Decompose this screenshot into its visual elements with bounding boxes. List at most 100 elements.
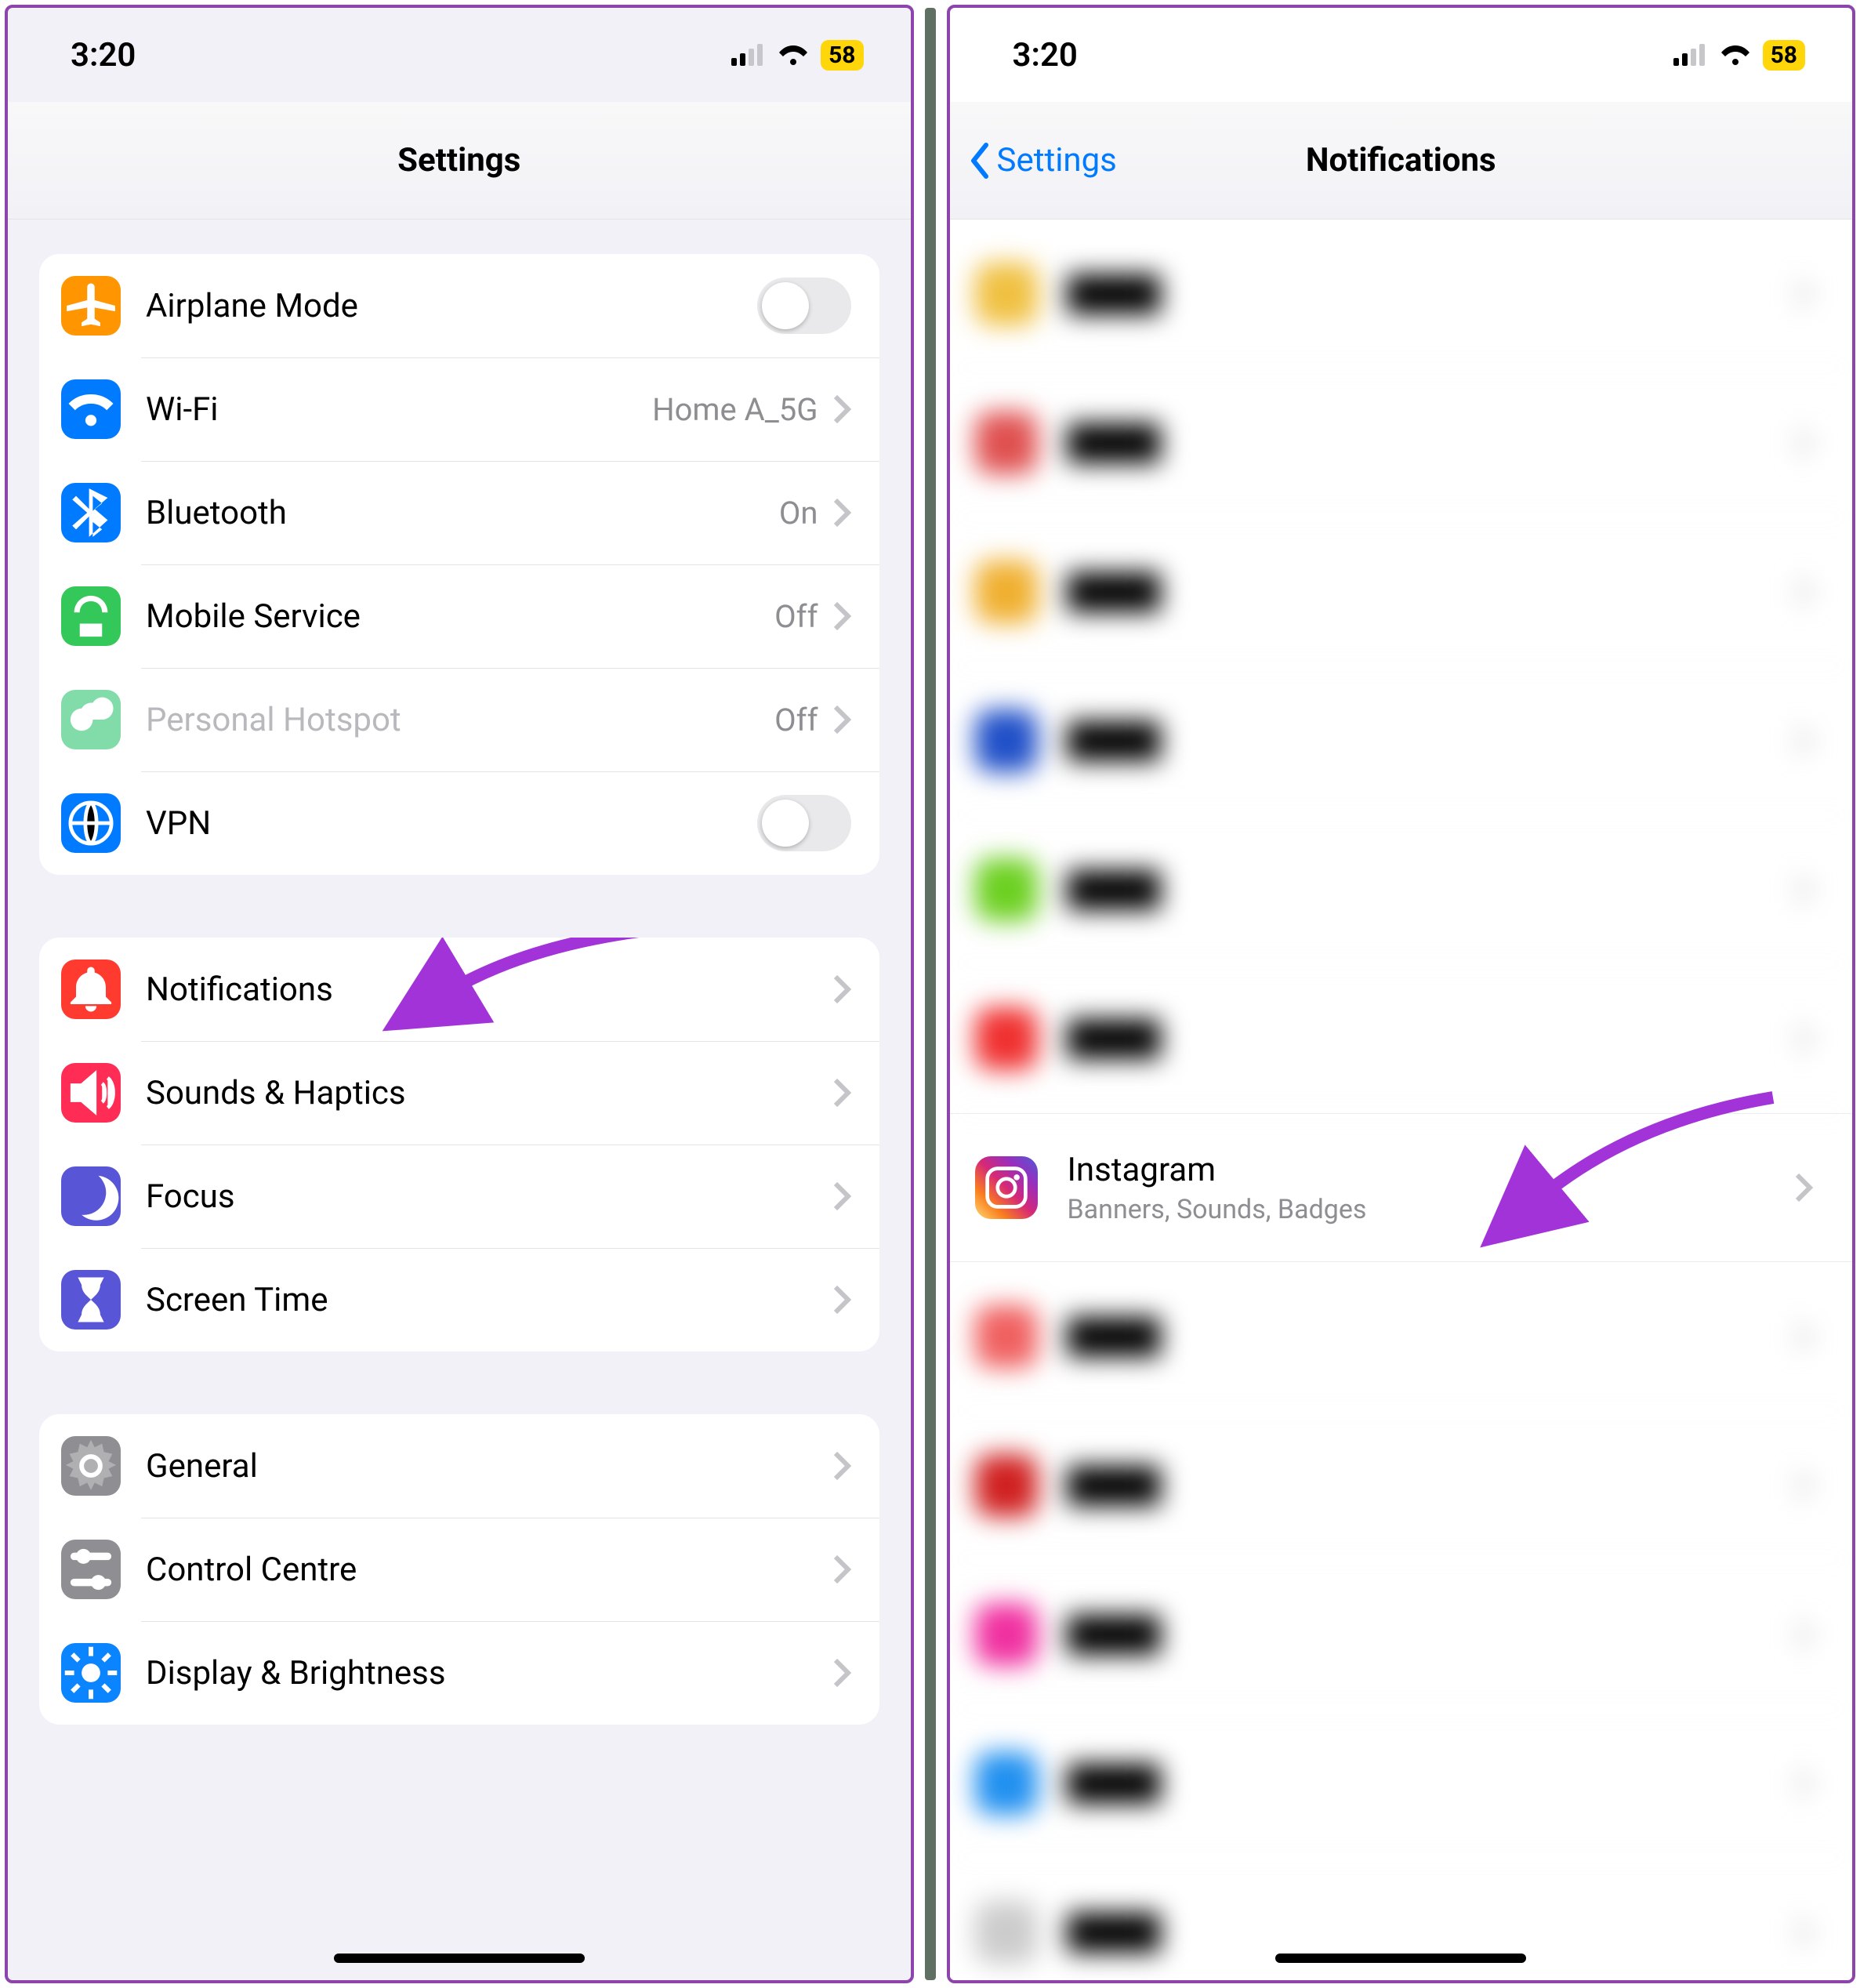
row-value: Off: [774, 702, 818, 738]
row-label: Notifications: [146, 970, 832, 1009]
page-title: Notifications: [1306, 141, 1496, 180]
chevron-right-icon: [832, 1450, 851, 1482]
status-time: 3:20: [71, 36, 731, 74]
chevron-right-icon: [832, 1284, 851, 1315]
app-row-instagram[interactable]: Instagram Banners, Sounds, Badges: [950, 1113, 1853, 1262]
page-title: Settings: [397, 141, 520, 180]
phone-settings: 3:20 58 Settings Airplane Mode Wi-FiHome …: [5, 5, 914, 1983]
settings-row-vpn[interactable]: VPN: [39, 771, 879, 875]
app-row-blurred[interactable]: ████: [950, 1858, 1853, 1983]
chevron-right-icon: [832, 704, 851, 735]
chevron-right-icon: [1794, 1172, 1813, 1203]
row-label: Screen Time: [146, 1281, 832, 1319]
status-time: 3:20: [1013, 36, 1673, 74]
status-bar: 3:20 58: [8, 8, 911, 102]
row-value: Home A_5G: [652, 391, 818, 428]
chevron-right-icon: [832, 600, 851, 632]
row-label: Airplane Mode: [146, 287, 757, 325]
toggle-switch[interactable]: [757, 795, 851, 851]
chevron-right-icon: [832, 1077, 851, 1108]
airplane-icon: [61, 276, 121, 336]
row-value: Off: [774, 598, 818, 635]
notifications-list[interactable]: ████ ████ ████ ████ ████ ████ Instagram …: [950, 219, 1853, 1983]
settings-row-sounds[interactable]: Sounds & Haptics: [39, 1041, 879, 1145]
app-row-blurred[interactable]: ████: [950, 666, 1853, 815]
instagram-icon: [975, 1156, 1038, 1219]
app-row-blurred[interactable]: ████: [950, 1411, 1853, 1560]
app-row-blurred[interactable]: ████: [950, 815, 1853, 964]
row-label: Bluetooth: [146, 494, 779, 532]
app-row-blurred[interactable]: ████: [950, 368, 1853, 517]
status-icons: 58: [1673, 40, 1805, 71]
vpn-icon: [61, 793, 121, 853]
chevron-right-icon: [832, 974, 851, 1005]
signal-icon: [731, 44, 766, 66]
settings-row-hotspot[interactable]: Personal HotspotOff: [39, 668, 879, 771]
settings-scroll[interactable]: Airplane ModeWi-FiHome A_5GBluetoothOnMo…: [8, 254, 911, 1725]
chevron-right-icon: [832, 1657, 851, 1689]
chevron-right-icon: [832, 394, 851, 425]
home-indicator: [334, 1954, 585, 1963]
app-name: Instagram: [1068, 1151, 1795, 1189]
app-row-blurred[interactable]: ████: [950, 517, 1853, 666]
row-label: Wi-Fi: [146, 390, 652, 429]
signal-icon: [1673, 44, 1708, 66]
general-icon: [61, 1436, 121, 1496]
settings-row-wifi[interactable]: Wi-FiHome A_5G: [39, 357, 879, 461]
row-value: On: [779, 495, 818, 531]
mobile-icon: [61, 586, 121, 646]
settings-row-bluetooth[interactable]: BluetoothOn: [39, 461, 879, 564]
row-label: Control Centre: [146, 1551, 832, 1589]
app-row-blurred[interactable]: ████: [950, 1262, 1853, 1411]
settings-row-control[interactable]: Control Centre: [39, 1518, 879, 1621]
settings-row-general[interactable]: General: [39, 1414, 879, 1518]
chevron-right-icon: [832, 497, 851, 528]
row-label: General: [146, 1447, 832, 1486]
app-subtitle: Banners, Sounds, Badges: [1068, 1194, 1795, 1225]
back-label: Settings: [997, 141, 1117, 180]
status-icons: 58: [731, 40, 863, 71]
row-label: Sounds & Haptics: [146, 1074, 832, 1112]
battery-icon: 58: [821, 40, 863, 71]
notifications-icon: [61, 960, 121, 1019]
chevron-left-icon: [969, 142, 991, 180]
bluetooth-icon: [61, 483, 121, 542]
app-row-blurred[interactable]: ████: [950, 219, 1853, 368]
settings-row-screentime[interactable]: Screen Time: [39, 1248, 879, 1351]
status-bar: 3:20 58: [950, 8, 1853, 102]
toggle-switch[interactable]: [757, 278, 851, 334]
row-label: Focus: [146, 1177, 832, 1216]
row-label: Mobile Service: [146, 597, 774, 636]
app-row-blurred[interactable]: ████: [950, 964, 1853, 1113]
row-label: VPN: [146, 804, 757, 843]
settings-group-general: General Control Centre Display & Brightnes…: [39, 1414, 879, 1725]
home-indicator: [1275, 1954, 1526, 1963]
settings-row-mobile[interactable]: Mobile ServiceOff: [39, 564, 879, 668]
app-row-blurred[interactable]: ████: [950, 1709, 1853, 1858]
back-button[interactable]: Settings: [969, 141, 1117, 180]
hotspot-icon: [61, 690, 121, 749]
battery-icon: 58: [1763, 40, 1805, 71]
display-icon: [61, 1643, 121, 1703]
wifi-icon: [61, 379, 121, 439]
row-label: Personal Hotspot: [146, 701, 774, 739]
nav-header: Settings: [8, 102, 911, 219]
row-label: Display & Brightness: [146, 1654, 832, 1692]
app-row-blurred[interactable]: ████: [950, 1560, 1853, 1709]
control-icon: [61, 1540, 121, 1599]
phone-notifications: 3:20 58 Settings Notifications ████ ████…: [947, 5, 1856, 1983]
chevron-right-icon: [832, 1554, 851, 1585]
screentime-icon: [61, 1270, 121, 1330]
sounds-icon: [61, 1063, 121, 1123]
settings-row-airplane[interactable]: Airplane Mode: [39, 254, 879, 357]
settings-row-display[interactable]: Display & Brightness: [39, 1621, 879, 1725]
screenshot-divider: [925, 8, 936, 1980]
nav-header: Settings Notifications: [950, 102, 1853, 219]
settings-group-alerts: Notifications Sounds & Haptics Focus Screen…: [39, 938, 879, 1351]
wifi-icon: [1719, 43, 1752, 67]
focus-icon: [61, 1166, 121, 1226]
chevron-right-icon: [832, 1181, 851, 1212]
wifi-icon: [777, 43, 810, 67]
settings-row-focus[interactable]: Focus: [39, 1145, 879, 1248]
settings-row-notifications[interactable]: Notifications: [39, 938, 879, 1041]
